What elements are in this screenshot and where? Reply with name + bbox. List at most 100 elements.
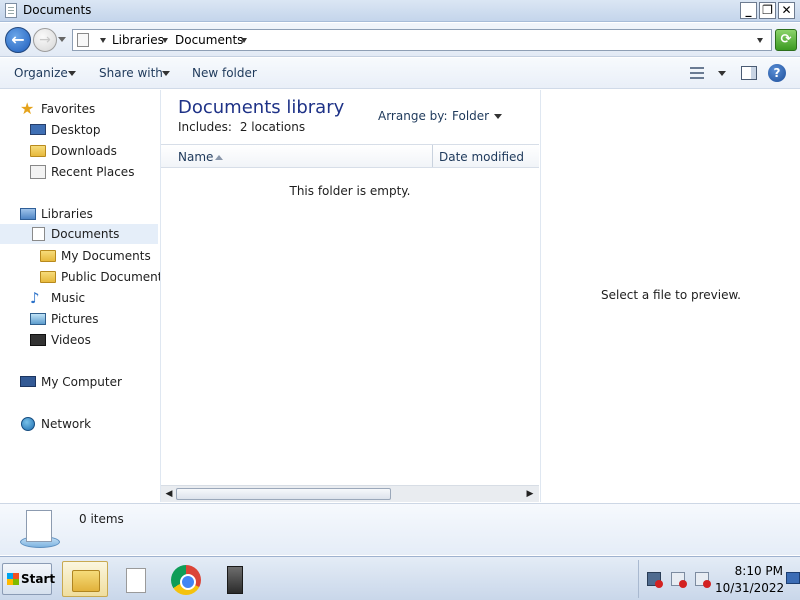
taskbar-file[interactable] <box>112 561 158 597</box>
folder-icon <box>40 271 56 283</box>
documents-icon <box>32 227 45 241</box>
recent-pages-dropdown-icon[interactable] <box>58 37 66 42</box>
nav-label: Favorites <box>41 102 96 116</box>
nav-label: Network <box>41 417 92 431</box>
network-globe-icon <box>21 417 35 431</box>
nav-label: Libraries <box>41 207 93 221</box>
nav-label: Recent Places <box>51 165 135 179</box>
preview-message: Select a file to preview. <box>601 288 741 302</box>
change-view-icon[interactable] <box>690 67 704 79</box>
show-desktop-icon[interactable] <box>786 572 800 584</box>
nav-network[interactable]: Network <box>0 414 158 434</box>
share-with-dropdown-icon[interactable] <box>162 71 170 76</box>
address-row: ← → Libraries Documents ⟳ <box>0 23 800 57</box>
nav-videos[interactable]: Videos <box>0 330 158 350</box>
windows-logo-icon <box>7 573 19 585</box>
arrange-by-dropdown-icon[interactable] <box>494 114 502 119</box>
start-label: Start <box>21 572 56 586</box>
arrange-by-dropdown[interactable]: Folder <box>452 109 489 123</box>
pictures-icon <box>30 313 46 325</box>
file-icon <box>126 568 146 593</box>
library-icon <box>77 33 89 47</box>
volume-icon[interactable] <box>695 572 711 588</box>
breadcrumb-chevron-icon[interactable] <box>100 38 106 43</box>
nav-recent-places[interactable]: Recent Places <box>0 162 158 182</box>
clock-time[interactable]: 8:10 PM <box>723 564 783 578</box>
file-list-pane: Documents library Includes: 2 locations … <box>160 90 539 502</box>
nav-pictures[interactable]: Pictures <box>0 309 158 329</box>
nav-label: My Documents <box>61 249 151 263</box>
nav-libraries[interactable]: Libraries <box>0 204 158 224</box>
back-button[interactable]: ← <box>5 27 31 53</box>
breadcrumb-chevron-icon[interactable] <box>162 38 168 43</box>
file-explorer-icon <box>72 570 100 592</box>
scroll-left-button[interactable]: ◀ <box>162 487 176 501</box>
window-title: Documents <box>23 3 92 17</box>
error-badge-icon <box>679 580 687 588</box>
refresh-button[interactable]: ⟳ <box>775 29 797 51</box>
column-name-header[interactable]: Name <box>178 150 213 164</box>
navigation-pane: ★ Favorites Desktop Downloads Recent Pla… <box>0 90 169 502</box>
column-date-modified-header[interactable]: Date modified <box>439 150 524 164</box>
details-pane: 0 items <box>0 503 800 555</box>
maximize-button[interactable]: ❐ <box>759 2 776 19</box>
nav-my-documents[interactable]: My Documents <box>0 246 158 266</box>
share-with-button[interactable]: Share with <box>99 66 163 80</box>
nav-label: Downloads <box>51 144 117 158</box>
nav-music[interactable]: ♪ Music <box>0 288 158 308</box>
nav-my-computer[interactable]: My Computer <box>0 372 158 392</box>
command-bar: Organize Share with New folder ? <box>0 58 800 89</box>
nav-desktop[interactable]: Desktop <box>0 120 158 140</box>
preview-pane: Select a file to preview. <box>540 90 800 502</box>
network-status-icon[interactable] <box>647 572 663 588</box>
downloads-folder-icon <box>30 145 46 157</box>
nav-label: Videos <box>51 333 91 347</box>
folder-icon <box>40 250 56 262</box>
documents-library-icon <box>20 508 60 552</box>
music-note-icon: ♪ <box>30 289 40 307</box>
taskbar-file-explorer[interactable] <box>62 561 108 597</box>
organize-button[interactable]: Organize <box>14 66 68 80</box>
taskbar-chrome[interactable] <box>162 561 208 597</box>
nav-documents[interactable]: Documents <box>0 224 158 244</box>
start-button[interactable]: Start <box>2 563 56 595</box>
scroll-right-button[interactable]: ▶ <box>523 487 537 501</box>
chrome-icon <box>171 565 201 595</box>
nav-label: Documents <box>51 227 120 241</box>
scroll-thumb[interactable] <box>176 488 391 500</box>
minimize-button[interactable]: _ <box>740 2 757 19</box>
column-divider[interactable] <box>432 145 433 167</box>
address-history-dropdown-icon[interactable] <box>757 38 763 43</box>
address-bar[interactable]: Libraries Documents <box>72 29 772 51</box>
view-options-dropdown-icon[interactable] <box>718 71 726 76</box>
breadcrumb-chevron-icon[interactable] <box>241 38 247 43</box>
close-button[interactable]: ✕ <box>778 2 795 19</box>
action-center-icon[interactable] <box>671 572 687 588</box>
horizontal-scrollbar[interactable]: ◀ ▶ <box>161 485 539 502</box>
nav-label: My Computer <box>41 375 122 389</box>
breadcrumb-documents[interactable]: Documents <box>175 33 243 47</box>
desktop-icon <box>30 124 46 135</box>
nav-public-documents[interactable]: Public Documents <box>0 267 169 287</box>
empty-folder-message: This folder is empty. <box>289 184 411 198</box>
includes-label: Includes: <box>178 120 232 134</box>
column-header: Name Date modified <box>161 144 539 168</box>
organize-dropdown-icon[interactable] <box>68 71 76 76</box>
forward-button[interactable]: → <box>33 28 57 52</box>
clock-date[interactable]: 10/31/2022 <box>715 581 784 595</box>
nav-favorites[interactable]: ★ Favorites <box>0 99 158 119</box>
document-window-icon <box>5 3 17 18</box>
includes-locations-link[interactable]: 2 locations <box>240 120 305 134</box>
recent-places-icon <box>30 165 46 179</box>
film-icon <box>30 334 46 346</box>
library-title: Documents library <box>178 97 345 118</box>
nav-label: Pictures <box>51 312 99 326</box>
server-icon <box>227 566 243 594</box>
nav-downloads[interactable]: Downloads <box>0 141 158 161</box>
libraries-icon <box>20 208 36 220</box>
breadcrumb-libraries[interactable]: Libraries <box>112 33 164 47</box>
preview-pane-icon[interactable] <box>741 66 757 80</box>
help-icon[interactable]: ? <box>768 64 786 82</box>
taskbar-server[interactable] <box>212 561 258 597</box>
new-folder-button[interactable]: New folder <box>192 66 257 80</box>
